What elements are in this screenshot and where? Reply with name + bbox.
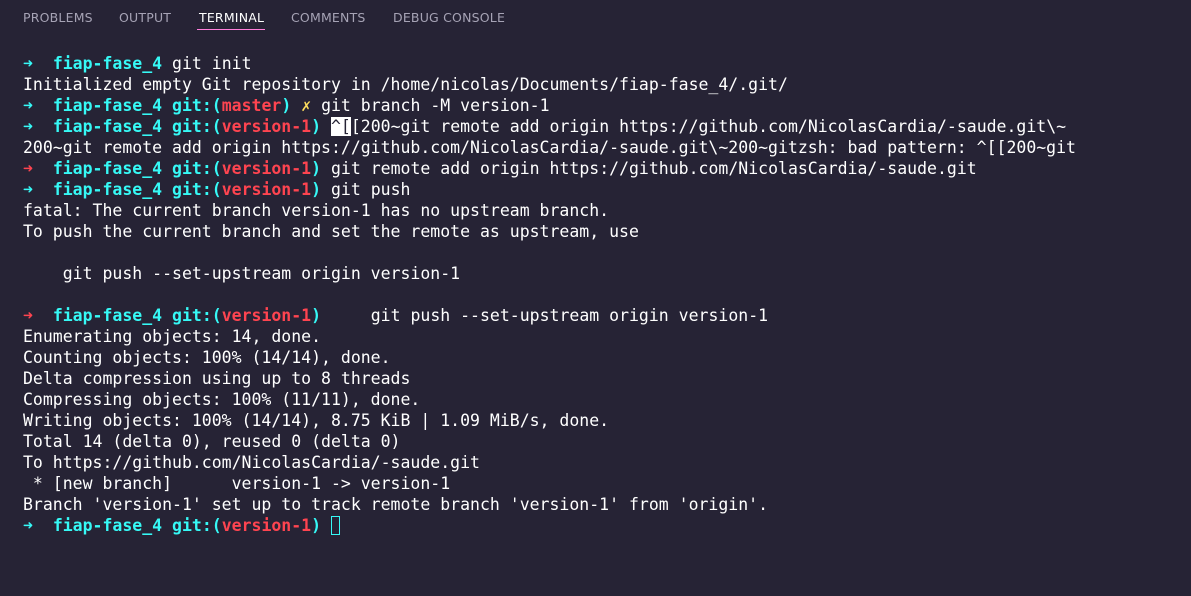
terminal-line: 200~git remote add origin https://github…	[23, 138, 1076, 157]
panel-tab-bar: PROBLEMS OUTPUT TERMINAL COMMENTS DEBUG …	[0, 0, 1191, 34]
prompt-git-label: git:(	[172, 117, 222, 136]
command-text: git push --set-upstream origin version-1	[330, 306, 769, 325]
prompt-directory: fiap-fase_4	[52, 117, 163, 136]
prompt-branch: master	[221, 96, 282, 115]
prompt-arrow-icon: ➜	[23, 96, 33, 115]
command-text: git remote add origin https://github.com…	[330, 159, 977, 178]
terminal-line: Delta compression using up to 8 threads	[23, 369, 411, 388]
active-tab-indicator	[197, 29, 265, 30]
terminal-line: ➜ fiap-fase_4 git:(version-1) ^[[200~git…	[23, 116, 1066, 137]
terminal-line: * [new branch] version-1 -> version-1	[23, 474, 451, 493]
prompt-directory: fiap-fase_4	[52, 96, 163, 115]
prompt-arrow-icon: ➜	[23, 516, 33, 535]
prompt-git-label: git:(	[172, 180, 222, 199]
prompt-arrow-icon: ➜	[23, 180, 33, 199]
prompt-git-label: git:(	[172, 306, 222, 325]
terminal-cursor[interactable]	[330, 516, 340, 535]
prompt-git-label: git:(	[172, 96, 222, 115]
terminal-line: To https://github.com/NicolasCardia/-sau…	[23, 453, 480, 472]
tab-problems[interactable]: PROBLEMS	[23, 10, 93, 25]
terminal-line: ➜ fiap-fase_4 git:(version-1) git push -…	[23, 305, 768, 326]
prompt-branch: version-1	[221, 159, 312, 178]
terminal-prompt-line: ➜ fiap-fase_4 git:(version-1)	[23, 515, 340, 536]
prompt-arrow-icon: ➜	[23, 117, 33, 136]
prompt-branch: version-1	[221, 117, 312, 136]
prompt-directory: fiap-fase_4	[52, 159, 163, 178]
terminal-line: git push --set-upstream origin version-1	[23, 264, 461, 283]
terminal-line: Total 14 (delta 0), reused 0 (delta 0)	[23, 432, 401, 451]
command-text: git branch -M version-1	[321, 96, 550, 115]
prompt-arrow-error-icon: ➜	[23, 159, 33, 178]
prompt-git-close: )	[311, 516, 322, 535]
prompt-git-close: )	[311, 180, 322, 199]
terminal-line: ➜ fiap-fase_4 git init	[23, 53, 252, 74]
tab-debug-console[interactable]: DEBUG CONSOLE	[393, 10, 505, 25]
terminal-line: Initialized empty Git repository in /hom…	[23, 75, 788, 94]
command-text: git push	[330, 180, 411, 199]
prompt-branch: version-1	[221, 516, 312, 535]
prompt-git-label: git:(	[172, 159, 222, 178]
terminal-line: Writing objects: 100% (14/14), 8.75 KiB …	[23, 411, 610, 430]
terminal-line: ➜ fiap-fase_4 git:(version-1) git remote…	[23, 158, 977, 179]
escape-sequence-highlight: ^[	[330, 117, 351, 136]
terminal-line: Branch 'version-1' set up to track remot…	[23, 495, 769, 514]
terminal-output[interactable]: ➜ fiap-fase_4 git init Initialized empty…	[23, 53, 1183, 553]
terminal-line: To push the current branch and set the r…	[23, 222, 639, 241]
prompt-branch: version-1	[221, 180, 312, 199]
terminal-line: Compressing objects: 100% (11/11), done.	[23, 390, 421, 409]
prompt-directory: fiap-fase_4	[52, 516, 163, 535]
prompt-directory: fiap-fase_4	[52, 54, 163, 73]
prompt-git-label: git:(	[172, 516, 222, 535]
dirty-mark-icon: ✗	[301, 96, 312, 115]
prompt-git-close: )	[311, 306, 322, 325]
terminal-line: ➜ fiap-fase_4 git:(version-1) git push	[23, 179, 410, 200]
terminal-line: Enumerating objects: 14, done.	[23, 327, 322, 346]
tab-terminal[interactable]: TERMINAL	[199, 10, 264, 25]
command-text: git init	[172, 54, 252, 73]
prompt-arrow-icon: ➜	[23, 54, 33, 73]
command-text: [200~git remote add origin https://githu…	[350, 117, 1067, 136]
tab-comments[interactable]: COMMENTS	[291, 10, 366, 25]
prompt-arrow-error-icon: ➜	[23, 306, 33, 325]
tab-output[interactable]: OUTPUT	[119, 10, 171, 25]
prompt-directory: fiap-fase_4	[52, 306, 163, 325]
prompt-git-close: )	[311, 117, 322, 136]
prompt-branch: version-1	[221, 306, 312, 325]
prompt-directory: fiap-fase_4	[52, 180, 163, 199]
prompt-git-close: )	[311, 159, 322, 178]
terminal-line: Counting objects: 100% (14/14), done.	[23, 348, 391, 367]
terminal-line: ➜ fiap-fase_4 git:(master) ✗ git branch …	[23, 95, 550, 116]
terminal-line: fatal: The current branch version-1 has …	[23, 201, 610, 220]
prompt-git-close: )	[281, 96, 292, 115]
